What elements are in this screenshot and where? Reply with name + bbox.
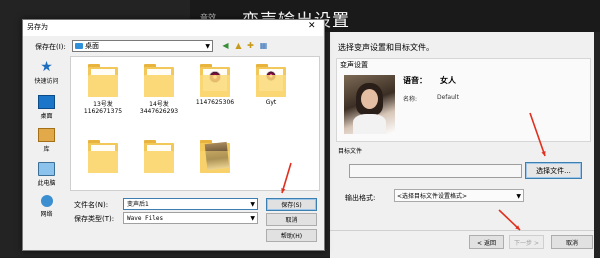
- folder-name-2: 1162671375: [83, 108, 123, 115]
- name-value: Default: [437, 94, 459, 101]
- instruction-text: 选择变声设置和目标文件。: [338, 43, 434, 52]
- view-menu-icon[interactable]: ▦: [258, 40, 269, 51]
- folder-name: 14号发: [149, 101, 169, 108]
- help-button[interactable]: 帮助(H): [266, 229, 317, 242]
- target-file-label: 目标文件: [338, 148, 363, 155]
- computer-icon: [38, 162, 55, 176]
- library-icon: [38, 128, 55, 142]
- place-desktop[interactable]: 桌面: [27, 95, 66, 120]
- voice-settings-label: 变声设置: [340, 61, 368, 69]
- place-libraries[interactable]: 库: [27, 128, 66, 153]
- back-arrow-icon[interactable]: ◀: [220, 40, 231, 51]
- folder-item[interactable]: [191, 139, 239, 175]
- place-quick-access[interactable]: ★ 快速访问: [27, 60, 66, 85]
- network-icon: [40, 195, 53, 207]
- folder-name: 13号发: [93, 101, 113, 108]
- filetype-select[interactable]: Wave Files ▼: [123, 212, 258, 224]
- file-list[interactable]: 13号发 1162671375 14号发 3447626293 11476253…: [70, 56, 320, 191]
- folder-item[interactable]: 13号发 1162671375: [79, 63, 127, 115]
- filetype-label: 保存类型(T):: [74, 215, 115, 223]
- folder-item[interactable]: 14号发 3447626293: [135, 63, 183, 115]
- folder-name: Gyt: [265, 99, 277, 106]
- filename-value: 变声后1: [127, 201, 149, 208]
- close-icon[interactable]: ✕: [308, 21, 316, 31]
- chevron-down-icon: ▼: [205, 43, 210, 50]
- folder-item[interactable]: Gyt: [247, 63, 295, 106]
- star-icon: ★: [40, 59, 53, 75]
- place-label: 快速访问: [34, 78, 59, 85]
- folder-icon: [75, 43, 83, 49]
- chevron-down-icon: ▼: [516, 193, 521, 200]
- voice-key: 语音：: [403, 76, 427, 85]
- chevron-down-icon[interactable]: ▼: [250, 199, 255, 210]
- dialog-titlebar[interactable]: [23, 20, 323, 36]
- output-format-value: <选择目标文件设置格式>: [397, 193, 468, 200]
- place-label: 此电脑: [37, 180, 56, 187]
- filename-input[interactable]: 变声后1 ▼: [123, 198, 258, 210]
- chevron-down-icon: ▼: [250, 215, 255, 222]
- place-label: 库: [43, 146, 50, 153]
- save-in-select[interactable]: 桌面 ▼: [72, 40, 213, 52]
- target-path-field[interactable]: [349, 164, 522, 178]
- voice-value: 女人: [440, 76, 456, 85]
- folder-icon: [256, 63, 286, 97]
- folder-icon: [88, 139, 118, 173]
- filetype-value: Wave Files: [127, 215, 164, 222]
- folder-icon: [88, 63, 118, 97]
- filename-label: 文件名(N):: [74, 201, 109, 209]
- name-key: 名称:: [403, 96, 418, 103]
- save-button[interactable]: 保存(S): [266, 198, 317, 211]
- folder-item[interactable]: [79, 139, 127, 175]
- media-folder-icon: [200, 63, 230, 97]
- up-folder-icon[interactable]: ▲: [233, 40, 244, 51]
- place-label: 网络: [40, 211, 53, 218]
- folder-name: 1147625306: [195, 99, 235, 106]
- output-format-label: 输出格式:: [345, 194, 376, 202]
- place-this-pc[interactable]: 此电脑: [27, 162, 66, 187]
- cancel-button[interactable]: 取消: [266, 213, 317, 226]
- photo-folder-icon: [200, 139, 230, 173]
- place-label: 桌面: [40, 113, 53, 120]
- folder-icon: [144, 63, 174, 97]
- voice-avatar: [344, 75, 395, 134]
- folder-icon: [144, 139, 174, 173]
- place-network[interactable]: 网络: [27, 195, 66, 218]
- new-folder-icon[interactable]: ✚: [245, 40, 256, 51]
- dialog-title: 另存为: [27, 23, 48, 31]
- save-in-label: 保存在(I):: [35, 43, 66, 51]
- next-button[interactable]: 下一步 >: [509, 235, 544, 249]
- folder-name-2: 3447626293: [139, 108, 179, 115]
- output-format-select[interactable]: <选择目标文件设置格式> ▼: [394, 189, 524, 202]
- folder-item[interactable]: [135, 139, 183, 175]
- folder-item[interactable]: 1147625306: [191, 63, 239, 106]
- save-in-value: 桌面: [85, 42, 99, 50]
- desktop-icon: [38, 95, 55, 109]
- choose-file-button[interactable]: 选择文件...: [525, 162, 582, 179]
- cancel-wizard-button[interactable]: 取消: [551, 235, 593, 249]
- back-button[interactable]: < 返回: [469, 235, 504, 249]
